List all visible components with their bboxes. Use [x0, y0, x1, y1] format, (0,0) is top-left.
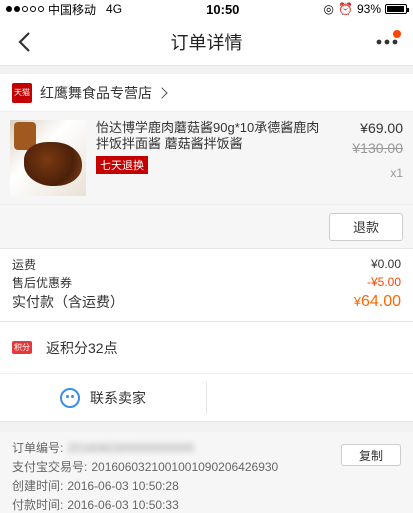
points-row: 积分 返积分32点 — [0, 322, 413, 374]
shop-row[interactable]: 天猫 红鹰舞食品专营店 — [0, 74, 413, 112]
return-policy-badge: 七天退换 — [96, 156, 148, 174]
paid-time-value: 2016-06-03 10:50:33 — [67, 497, 179, 512]
contact-seller-label: 联系卖家 — [90, 389, 146, 406]
total-value: 64.00 — [360, 293, 401, 310]
order-number-value: 2016060300000000000 — [67, 440, 195, 455]
copy-button[interactable]: 复制 — [341, 444, 401, 466]
refund-button[interactable]: 退款 — [329, 212, 403, 241]
battery-fill — [387, 6, 404, 12]
alarm-icon: ⏰ — [338, 2, 353, 16]
total-row: 实付款（含运费） ¥64.00 — [12, 291, 401, 313]
order-info: 订单编号: 2016060300000000000 支付宝交易号: 201606… — [0, 432, 413, 513]
nav-bar: 订单详情 — [0, 18, 413, 66]
coupon-value: -¥5.00 — [366, 275, 401, 289]
more-button[interactable] — [373, 30, 401, 54]
chevron-right-icon — [156, 86, 168, 99]
created-time-label: 创建时间: — [12, 479, 64, 493]
shipping-value: ¥0.00 — [370, 257, 401, 271]
refund-row: 退款 — [0, 204, 413, 248]
created-time-value: 2016-06-03 10:50:28 — [67, 478, 179, 493]
status-left: 中国移动 4G — [6, 1, 122, 18]
chevron-left-icon — [18, 32, 30, 52]
product-info: 怡达博学鹿肉蘑菇酱90g*10承德酱鹿肉拌饭拌面酱 蘑菇酱拌饭酱 七天退换 — [86, 120, 331, 198]
price-current: ¥69.00 — [360, 120, 403, 136]
price-original: ¥130.00 — [352, 140, 403, 156]
signal-icon — [6, 6, 44, 12]
paid-time-label: 付款时间: — [12, 498, 64, 512]
carrier: 中国移动 — [48, 2, 97, 17]
network-type: 4G — [106, 2, 123, 16]
divider — [206, 382, 207, 414]
page-title: 订单详情 — [170, 32, 243, 53]
battery-icon — [385, 4, 409, 14]
clock: 10:50 — [206, 1, 240, 17]
payment-summary: 运费 ¥0.00 售后优惠券 -¥5.00 实付款（含运费） ¥64.00 — [0, 248, 413, 322]
lock-rotation-icon: ◎ — [323, 2, 335, 16]
status-bar: 中国移动 4G 10:50 ◎ ⏰ 93% — [0, 0, 413, 18]
quantity: x1 — [390, 166, 403, 180]
total-price: ¥64.00 — [354, 293, 401, 311]
product-image — [10, 120, 86, 196]
back-button[interactable] — [12, 30, 36, 54]
status-right: ◎ ⏰ 93% — [323, 2, 409, 16]
more-icon — [376, 39, 398, 45]
created-time-row: 创建时间: 2016-06-03 10:50:28 — [12, 476, 401, 495]
product-item[interactable]: 怡达博学鹿肉蘑菇酱90g*10承德酱鹿肉拌饭拌面酱 蘑菇酱拌饭酱 七天退换 ¥6… — [0, 112, 413, 204]
chat-icon — [60, 387, 80, 408]
total-currency: ¥ — [353, 294, 361, 309]
coupon-label: 售后优惠券 — [12, 275, 73, 290]
tmall-logo: 天猫 — [12, 82, 32, 103]
paid-time-row: 付款时间: 2016-06-03 10:50:33 — [12, 495, 401, 513]
total-label: 实付款（含运费） — [12, 294, 124, 310]
shipping-row: 运费 ¥0.00 — [12, 255, 401, 273]
shipping-label: 运费 — [12, 257, 37, 272]
coupon-row: 售后优惠券 -¥5.00 — [12, 273, 401, 291]
notification-dot — [393, 30, 401, 38]
points-icon: 积分 — [12, 341, 32, 354]
alipay-value: 2016060321001001090206426930 — [91, 459, 279, 474]
battery-percent: 93% — [356, 2, 381, 16]
product-prices: ¥69.00 ¥130.00 x1 — [331, 120, 403, 198]
shop-name: 红鹰舞食品专营店 — [40, 84, 152, 101]
order-number-label: 订单编号: — [12, 441, 64, 455]
product-title: 怡达博学鹿肉蘑菇酱90g*10承德酱鹿肉拌饭拌面酱 蘑菇酱拌饭酱 — [96, 120, 320, 151]
alipay-label: 支付宝交易号: — [12, 460, 88, 474]
points-text: 返积分32点 — [46, 339, 118, 356]
contact-seller-button[interactable]: 联系卖家 — [0, 374, 413, 422]
